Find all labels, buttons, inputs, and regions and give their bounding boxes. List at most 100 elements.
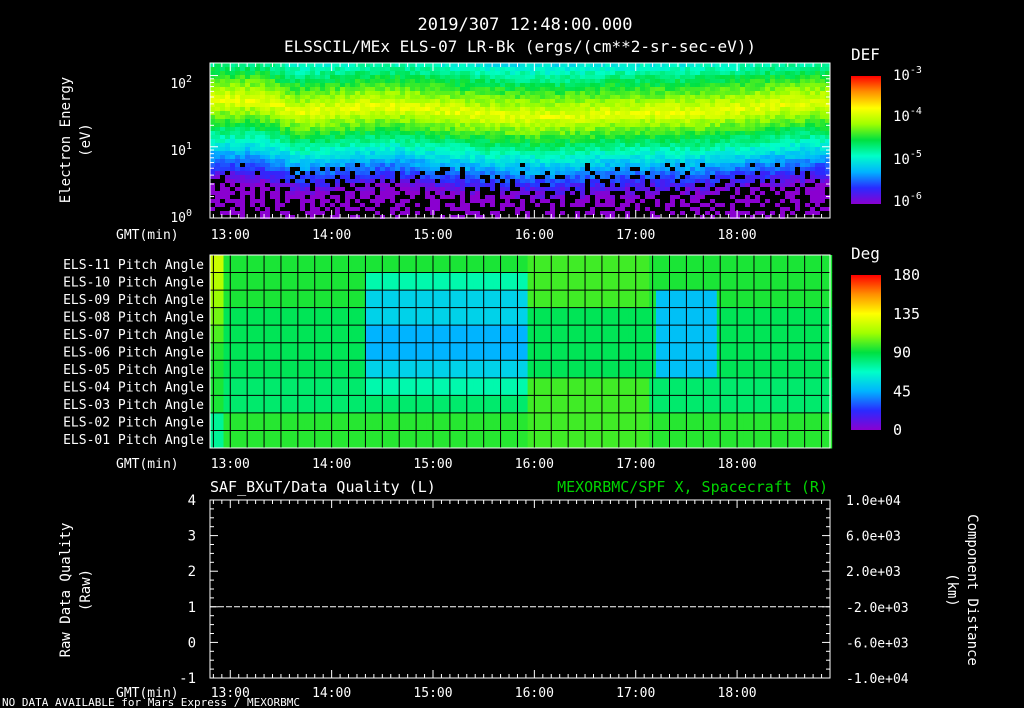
spectrogram-cell [275, 79, 280, 83]
spectrogram-cell [555, 183, 560, 187]
spectrogram-cell [580, 171, 585, 175]
spectrogram-cell [510, 191, 515, 195]
spectrogram-cell [270, 131, 275, 135]
spectrogram-cell [400, 155, 405, 159]
spectrogram-cell [210, 207, 215, 211]
spectrogram-cell [730, 211, 735, 215]
spectrogram-cell [450, 143, 455, 147]
xtick-label: 17:00 [616, 228, 655, 243]
spectrogram-cell [260, 143, 265, 147]
spectrogram-cell [305, 115, 310, 119]
spectrogram-cell [775, 139, 780, 143]
spectrogram-cell [705, 83, 710, 87]
spectrogram-cell [355, 127, 360, 131]
spectrogram-cell [560, 95, 565, 99]
spectrogram-cell [260, 111, 265, 115]
spectrogram-cell [780, 163, 785, 167]
spectrogram-cell [300, 119, 305, 123]
spectrogram-cell [395, 95, 400, 99]
spectrogram-cell [475, 131, 480, 135]
spectrogram-cell [765, 127, 770, 131]
spectrogram-cell [385, 115, 390, 119]
spectrogram-cell [680, 115, 685, 119]
spectrogram-cell [640, 131, 645, 135]
spectrogram-cell [505, 115, 510, 119]
spectrogram-cell [560, 143, 565, 147]
spectrogram-cell [555, 171, 560, 175]
spectrogram-cell [670, 87, 675, 91]
spectrogram-cell [525, 135, 530, 139]
spectrogram-cell [785, 171, 790, 175]
pitch-angle-cell [216, 307, 225, 326]
spectrogram-cell [520, 155, 525, 159]
spectrogram-cell [675, 95, 680, 99]
pitch-angle-cell [473, 272, 481, 291]
spectrogram-cell [215, 147, 220, 151]
spectrogram-cell [490, 79, 495, 83]
spectrogram-cell [605, 67, 610, 71]
spectrogram-cell [470, 131, 475, 135]
spectrogram-cell [540, 199, 545, 203]
spectrogram-cell [805, 123, 810, 127]
spectrogram-cell [610, 183, 615, 187]
spectrogram-cell [550, 127, 555, 131]
spectrogram-cell [635, 171, 640, 175]
spectrogram-cell [815, 195, 820, 199]
spectrogram-cell [645, 127, 650, 131]
spectrogram-cell [640, 75, 645, 79]
spectrogram-cell [610, 199, 615, 203]
spectrogram-cell [380, 187, 385, 191]
spectrogram-cell [715, 147, 720, 151]
spectrogram-cell [435, 67, 440, 71]
spectrogram-cell [525, 155, 530, 159]
spectrogram-cell [700, 71, 705, 75]
spectrogram-cell [715, 119, 720, 123]
pitch-angle-cell [534, 430, 542, 449]
spectrogram-cell [610, 99, 615, 103]
spectrogram-cell [825, 139, 830, 143]
pitch-angle-cell [331, 377, 339, 396]
spectrogram-cell [625, 103, 630, 107]
spectrogram-cell [630, 131, 635, 135]
spectrogram-cell [340, 147, 345, 151]
spectrogram-cell [310, 167, 315, 171]
spectrogram-cell [775, 107, 780, 111]
spectrogram-cell [245, 175, 250, 179]
spectrogram-cell [420, 67, 425, 71]
spectrogram-cell [765, 163, 770, 167]
spectrogram-cell [660, 99, 665, 103]
spectrogram-cell [370, 131, 375, 135]
spectrogram-cell [220, 163, 225, 167]
spectrogram-cell [605, 151, 610, 155]
spectrogram-cell [625, 183, 630, 187]
spectrogram-cell [475, 83, 480, 87]
pitch-angle-cell [257, 430, 265, 449]
spectrogram-cell [215, 131, 220, 135]
spectrogram-cell [485, 79, 490, 83]
spectrogram-cell [710, 143, 715, 147]
spectrogram-cell [240, 139, 245, 143]
spectrogram-cell [815, 183, 820, 187]
spectrogram-cell [765, 135, 770, 139]
spectrogram-cell [790, 75, 795, 79]
spectrogram-cell [535, 119, 540, 123]
pitch-angle-cell [439, 290, 448, 309]
spectrogram-cell [305, 191, 310, 195]
spectrogram-cell [300, 87, 305, 91]
spectrogram-cell [730, 171, 735, 175]
spectrogram-cell [300, 135, 305, 139]
spectrogram-cell [655, 103, 660, 107]
spectrogram-cell [670, 139, 675, 143]
spectrogram-cell [490, 199, 495, 203]
spectrogram-cell [410, 151, 415, 155]
spectrogram-cell [330, 135, 335, 139]
spectrogram-cell [685, 179, 690, 183]
spectrogram-cell [740, 123, 745, 127]
spectrogram-cell [215, 175, 220, 179]
spectrogram-cell [225, 103, 230, 107]
spectrogram-cell [780, 183, 785, 187]
spectrogram-cell [410, 83, 415, 87]
spectrogram-cell [690, 99, 695, 103]
spectrogram-cell [615, 75, 620, 79]
spectrogram-cell [335, 159, 340, 163]
